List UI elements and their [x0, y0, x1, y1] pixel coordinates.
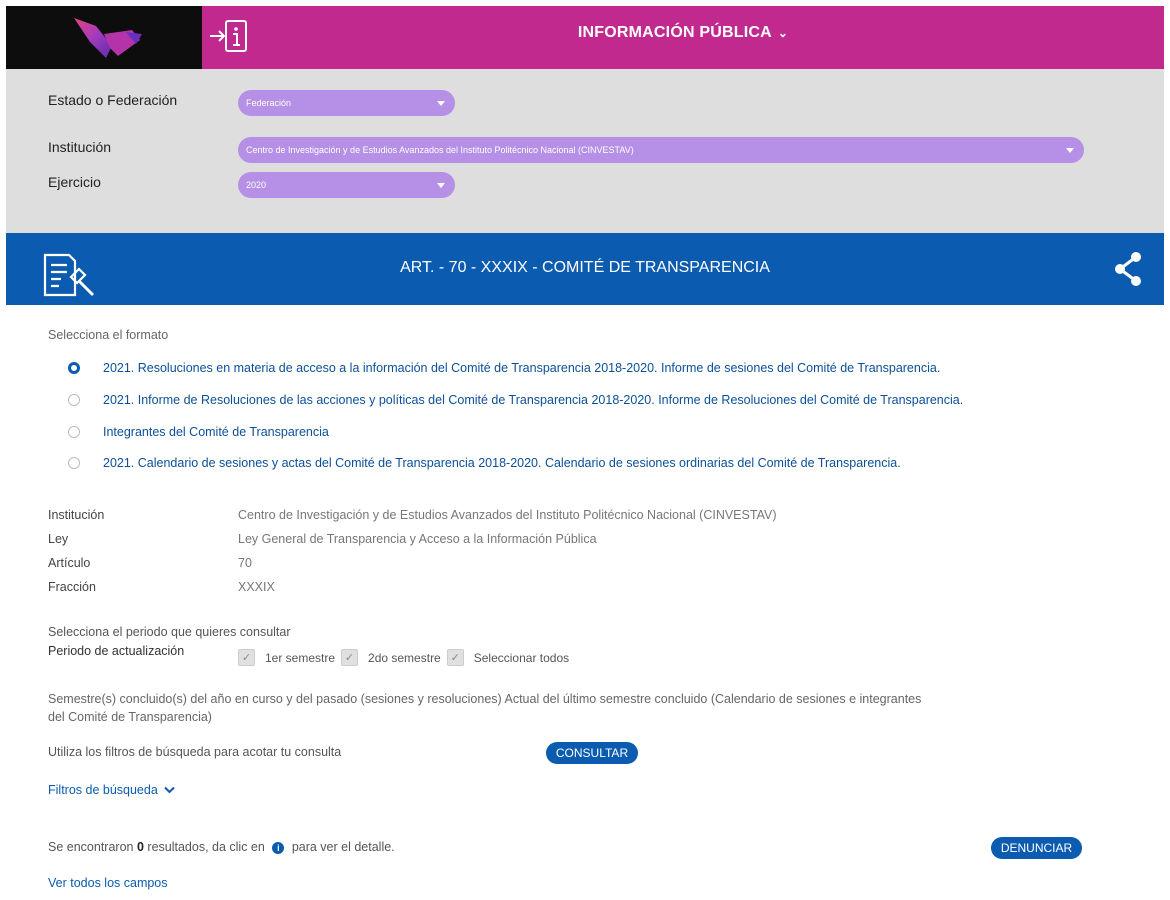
fraccion-key: Fracción [48, 580, 96, 594]
search-hint: Utiliza los filtros de búsqueda para aco… [48, 745, 342, 759]
share-icon[interactable] [1114, 251, 1142, 287]
formato-option-label[interactable]: Integrantes del Comité de Transparencia [103, 425, 329, 439]
institucion-label: Institución [48, 139, 112, 155]
articulo-key: Artículo [48, 556, 91, 570]
fraccion-value: XXXIX [238, 580, 275, 594]
ejercicio-value: 2020 [246, 180, 267, 190]
formato-option-label[interactable]: 2021. Informe de Resoluciones de las acc… [103, 393, 963, 407]
check-icon[interactable]: ✓ [238, 649, 255, 666]
formato-option-label[interactable]: 2021. Calendario de sesiones y actas del… [103, 456, 901, 470]
radio-button[interactable] [68, 362, 80, 374]
institucion-value: Centro de Investigación y de Estudios Av… [246, 145, 634, 155]
periodo-description-line2: del Comité de Transparencia) [48, 710, 212, 724]
formato-option[interactable]: 2021. Resoluciones en materia de acceso … [68, 361, 940, 375]
informacion-publica-menu[interactable]: INFORMACIÓN PÚBLICA ⌄ [202, 24, 1164, 42]
formato-option-label[interactable]: 2021. Resoluciones en materia de acceso … [103, 361, 940, 375]
articulo-value: 70 [238, 556, 252, 570]
periodo-option-label[interactable]: Seleccionar todos [474, 651, 569, 665]
institucion-value: Centro de Investigación y de Estudios Av… [238, 508, 777, 522]
filtros-busqueda-label: Filtros de búsqueda [48, 783, 158, 797]
formato-option[interactable]: Integrantes del Comité de Transparencia [68, 425, 329, 439]
filter-panel: Estado o Federación Federación Instituci… [6, 69, 1164, 233]
caret-down-icon [437, 183, 445, 188]
caret-down-icon [1066, 148, 1074, 153]
ley-key: Ley [48, 532, 69, 546]
logo[interactable] [6, 6, 202, 69]
estado-value: Federación [246, 98, 292, 108]
radio-button[interactable] [68, 394, 80, 406]
formato-option[interactable]: 2021. Calendario de sesiones y actas del… [68, 456, 901, 470]
ley-value: Ley General de Transparencia y Acceso a … [238, 532, 597, 546]
chevron-down-icon [164, 786, 175, 794]
denunciar-button[interactable]: DENUNCIAR [991, 837, 1082, 859]
informacion-publica-label: INFORMACIÓN PÚBLICA [577, 24, 772, 41]
chevron-down-icon: ⌄ [777, 26, 789, 40]
periodo-heading: Selecciona el periodo que quieres consul… [48, 625, 291, 639]
consultar-button[interactable]: CONSULTAR [546, 742, 638, 764]
radio-button[interactable] [68, 457, 80, 469]
periodo-label: Periodo de actualización [48, 644, 185, 658]
results-middle: resultados, da clic en [147, 840, 265, 854]
filtros-busqueda-link[interactable]: Filtros de búsqueda [48, 783, 175, 797]
section-banner: ART. - 70 - XXXIX - COMITÉ DE TRANSPAREN… [6, 233, 1164, 305]
formato-heading: Selecciona el formato [48, 328, 169, 342]
periodo-description-line1: Semestre(s) concluido(s) del año en curs… [48, 692, 922, 706]
ver-todos-campos-link[interactable]: Ver todos los campos [48, 876, 168, 890]
check-icon[interactable]: ✓ [446, 649, 464, 666]
info-icon[interactable]: i [272, 841, 285, 854]
radio-button[interactable] [68, 426, 80, 438]
results-suffix: para ver el detalle. [291, 840, 395, 854]
periodo-option-label[interactable]: 2do semestre [368, 651, 441, 665]
ejercicio-label: Ejercicio [48, 174, 101, 190]
results-count: 0 [136, 840, 144, 854]
formato-option[interactable]: 2021. Informe de Resoluciones de las acc… [68, 393, 963, 407]
results-prefix: Se encontraron [48, 840, 134, 854]
caret-down-icon [437, 101, 445, 106]
top-bar: INFORMACIÓN PÚBLICA ⌄ [6, 6, 1164, 69]
logo-graphic [74, 18, 142, 58]
estado-select[interactable]: Federación [238, 90, 455, 116]
periodo-option-label[interactable]: 1er semestre [265, 651, 335, 665]
section-title: ART. - 70 - XXXIX - COMITÉ DE TRANSPAREN… [400, 259, 770, 276]
estado-label: Estado o Federación [48, 92, 178, 108]
check-icon[interactable]: ✓ [341, 649, 359, 666]
results-summary: Se encontraron 0 resultados, da clic en … [48, 840, 395, 854]
header-bar: INFORMACIÓN PÚBLICA ⌄ [202, 6, 1164, 69]
institucion-key: Institución [48, 508, 105, 522]
institucion-select[interactable]: Centro de Investigación y de Estudios Av… [238, 137, 1084, 163]
ejercicio-select[interactable]: 2020 [238, 172, 455, 198]
periodo-checkboxes: ✓ 1er semestre ✓ 2do semestre ✓ Seleccio… [238, 649, 575, 666]
